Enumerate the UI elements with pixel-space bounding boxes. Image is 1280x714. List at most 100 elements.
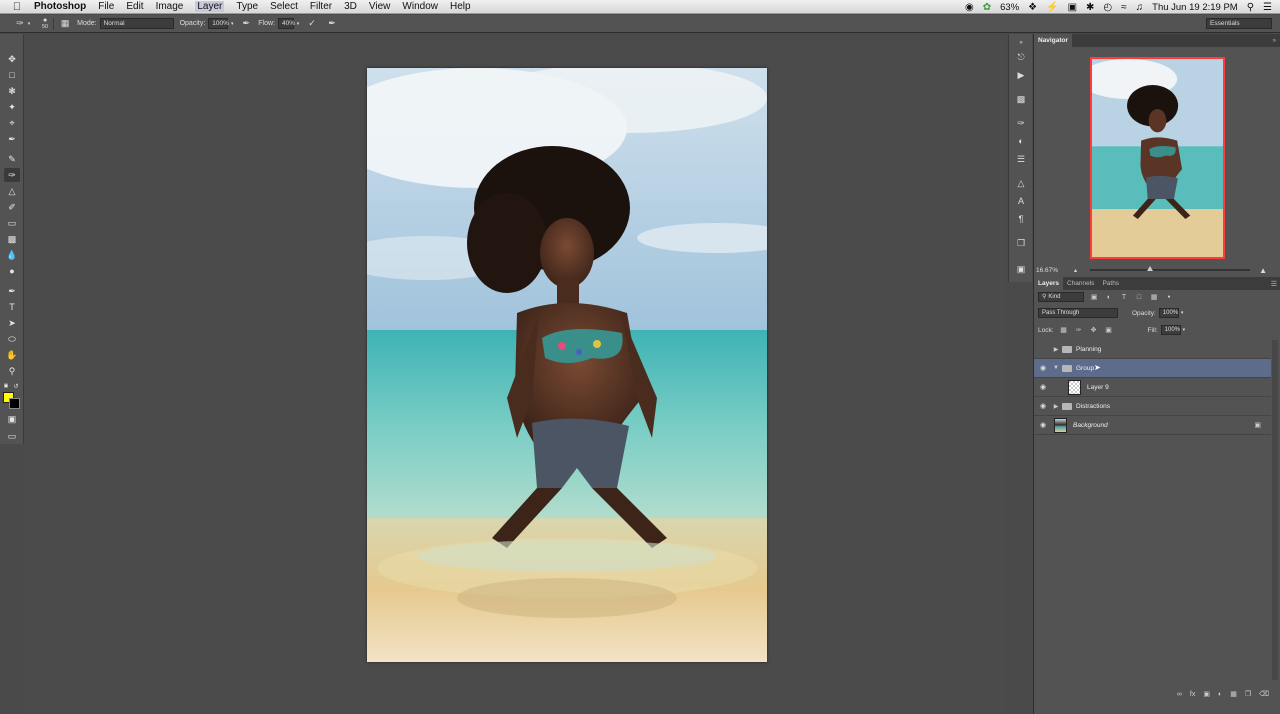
path-selection-tool-icon[interactable]: ➤ <box>4 316 20 330</box>
chevron-down-icon[interactable]: ▾ <box>1183 327 1186 333</box>
crop-tool-icon[interactable]: ⌖ <box>4 116 20 130</box>
link-layers-icon[interactable]: ∞ <box>1177 691 1182 698</box>
layer-name[interactable]: Planning <box>1076 346 1101 353</box>
trash-icon[interactable]: ⌫ <box>1259 690 1269 698</box>
lock-all-icon[interactable]: ▣ <box>1104 325 1114 335</box>
brush-panel-toggle-icon[interactable]: ▦ <box>59 18 71 30</box>
add-mask-icon[interactable]: ▣ <box>1203 690 1210 698</box>
brush-tool-preset-icon[interactable]: ✑ <box>14 18 26 30</box>
pixel-filter-icon[interactable]: ▣ <box>1089 292 1099 302</box>
layer-name[interactable]: Layer 9 <box>1087 384 1109 391</box>
new-layer-icon[interactable]: ❐ <box>1245 690 1251 698</box>
app-name-menu[interactable]: Photoshop <box>34 1 86 12</box>
layer-style-icon[interactable]: fx <box>1190 691 1195 698</box>
menu-layer[interactable]: Layer <box>195 1 225 12</box>
navigator-zoom-value[interactable]: 16.67% <box>1036 267 1058 274</box>
layer-name[interactable]: Distractions <box>1076 403 1110 410</box>
type-filter-icon[interactable]: T <box>1119 292 1129 302</box>
pin-icon[interactable]: ⚡ <box>1046 2 1058 13</box>
lasso-tool-icon[interactable]: ❃ <box>4 84 20 98</box>
menu-select[interactable]: Select <box>270 1 298 12</box>
navigator-thumbnail[interactable] <box>1090 57 1225 259</box>
clone-source-icon[interactable]: △ <box>1014 176 1028 190</box>
eye-icon[interactable]: ◉ <box>1034 364 1052 372</box>
adjustment-filter-icon[interactable]: ◐ <box>1104 292 1114 302</box>
visibility-toggle[interactable]: ◉ <box>1034 345 1052 353</box>
volume-icon[interactable]: ♫ <box>1136 2 1144 13</box>
brush-presets-icon[interactable]: ✑ <box>1014 116 1028 130</box>
pressure-opacity-icon[interactable]: ✒ <box>240 18 252 30</box>
zoom-tool-icon[interactable]: ⚲ <box>4 364 20 378</box>
notification-list-icon[interactable]: ☰ <box>1263 2 1272 13</box>
menu-filter[interactable]: Filter <box>310 1 332 12</box>
chevron-down-icon[interactable]: ▾ <box>294 18 302 30</box>
wifi-icon[interactable]: ≈ <box>1121 2 1127 13</box>
layer-row-planning[interactable]: ◉ ▶ Planning <box>1034 340 1271 359</box>
lock-position-icon[interactable]: ✥ <box>1089 325 1099 335</box>
mode-select[interactable]: Normal <box>99 18 174 29</box>
shape-filter-icon[interactable]: □ <box>1134 292 1144 302</box>
character-icon[interactable]: A <box>1014 194 1028 208</box>
tab-paths[interactable]: Paths <box>1098 277 1123 290</box>
eye-icon[interactable]: ◉ <box>1034 402 1052 410</box>
new-group-icon[interactable]: ▦ <box>1230 690 1237 698</box>
eraser-tool-icon[interactable]: ▭ <box>4 216 20 230</box>
layer-row-distractions[interactable]: ◉ ▶ Distractions <box>1034 397 1271 416</box>
screen-mode-icon[interactable]: ▭ <box>4 429 20 443</box>
opacity-field[interactable]: 100% <box>208 18 229 29</box>
3d-cube-icon[interactable]: ❐ <box>1014 236 1028 250</box>
eyedropper-tool-icon[interactable]: ✒ <box>4 132 20 146</box>
menu-3d[interactable]: 3D <box>344 1 357 12</box>
move-tool-icon[interactable]: ✥ <box>4 52 20 66</box>
layer-row-layer-9[interactable]: ◉ Layer 9 <box>1034 378 1271 397</box>
timeline-icon[interactable]: ▣ <box>1014 262 1028 276</box>
panel-collapse-icon[interactable]: » <box>1273 38 1276 44</box>
layer-opacity-field[interactable]: 100% <box>1158 308 1179 318</box>
eye-icon[interactable]: ◉ <box>1034 383 1052 391</box>
blend-mode-select[interactable]: Pass Through <box>1038 308 1118 318</box>
menu-type[interactable]: Type <box>236 1 258 12</box>
expand-triangle-icon[interactable]: ▶ <box>1052 403 1060 410</box>
layer-filter-kind[interactable]: ⚲ Kind <box>1038 292 1084 302</box>
adjustments-icon[interactable]: ◐ <box>1014 134 1028 148</box>
airbrush-icon[interactable]: ✓ <box>306 18 318 30</box>
menu-edit[interactable]: Edit <box>126 1 143 12</box>
menu-view[interactable]: View <box>369 1 391 12</box>
time-machine-icon[interactable]: ◴ <box>1103 2 1112 13</box>
healing-brush-tool-icon[interactable]: ✎ <box>4 152 20 166</box>
document-workspace[interactable] <box>25 34 1005 714</box>
screen-icon[interactable]: ▣ <box>1068 2 1077 13</box>
pressure-size-icon[interactable]: ✒ <box>326 18 338 30</box>
navigator-zoom-slider[interactable] <box>1090 266 1250 271</box>
collapse-arrows-icon[interactable]: » <box>1014 36 1028 50</box>
marquee-tool-icon[interactable]: □ <box>4 68 20 82</box>
blur-tool-icon[interactable]: 💧 <box>4 248 20 262</box>
background-color-swatch[interactable] <box>9 398 20 409</box>
document-canvas[interactable] <box>367 68 767 662</box>
panel-menu-icon[interactable]: ☰ <box>1271 280 1277 288</box>
default-colors-icon[interactable]: ▣ <box>2 379 10 393</box>
zoom-in-icon[interactable]: ▲ <box>1259 266 1267 275</box>
clone-stamp-tool-icon[interactable]: △ <box>4 184 20 198</box>
eye-icon[interactable]: ◉ <box>1034 421 1052 429</box>
quick-mask-icon[interactable]: ▣ <box>4 412 20 426</box>
tab-navigator[interactable]: Navigator <box>1034 34 1072 47</box>
layer-name[interactable]: Group <box>1076 365 1094 372</box>
tab-layers[interactable]: Layers <box>1034 277 1063 290</box>
layer-row-background[interactable]: ◉ Background ▣ <box>1034 416 1271 435</box>
chevron-down-icon[interactable]: ▾ <box>26 18 32 30</box>
zoom-out-icon[interactable]: ▴ <box>1074 267 1077 274</box>
gradient-tool-icon[interactable]: ▩ <box>4 232 20 246</box>
menu-window[interactable]: Window <box>402 1 438 12</box>
quick-selection-tool-icon[interactable]: ✦ <box>4 100 20 114</box>
smart-object-filter-icon[interactable]: ▦ <box>1149 292 1159 302</box>
swap-colors-icon[interactable]: ↺ <box>12 379 20 393</box>
chevron-down-icon[interactable]: ▾ <box>228 18 236 30</box>
apple-icon[interactable]:  <box>0 1 34 13</box>
type-tool-icon[interactable]: T <box>4 300 20 314</box>
record-icon[interactable]: ◉ <box>965 2 974 13</box>
dropbox-icon[interactable]: ❖ <box>1028 2 1037 13</box>
bluetooth-icon[interactable]: ✱ <box>1086 2 1094 13</box>
lock-transparency-icon[interactable]: ▦ <box>1059 325 1069 335</box>
spotlight-search-icon[interactable]: ⚲ <box>1247 2 1254 13</box>
